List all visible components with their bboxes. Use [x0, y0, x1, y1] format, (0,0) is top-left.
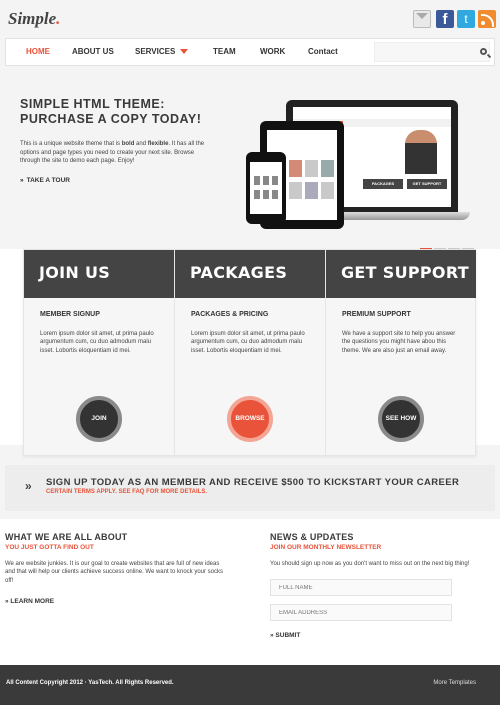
- search-icon[interactable]: [480, 48, 487, 55]
- tablet-thumbnail: [289, 160, 302, 177]
- search-input[interactable]: [374, 42, 490, 62]
- tablet-thumbnail: [321, 160, 334, 177]
- tablet-thumbnail: [305, 160, 318, 177]
- full-name-field[interactable]: [270, 579, 452, 596]
- signup-terms-note: CERTAIN TERMS APPLY. SEE FAQ FOR MORE DE…: [46, 489, 208, 495]
- twitter-icon[interactable]: t: [457, 10, 475, 28]
- feature-subtitle: PREMIUM SUPPORT: [342, 311, 411, 318]
- chevron-down-icon[interactable]: [180, 49, 188, 54]
- site-logo[interactable]: Simple.: [8, 9, 60, 29]
- tablet-thumbnail: [321, 182, 334, 199]
- top-bar: Simple. f t: [0, 0, 500, 36]
- footer: All Content Copyright 2012 · YasTech. Al…: [0, 665, 500, 705]
- news-text: You should sign up now as you don't want…: [270, 561, 470, 567]
- phone-thumbnail: [254, 176, 260, 185]
- see-how-button[interactable]: SEE HOW: [378, 396, 424, 442]
- email-field[interactable]: [270, 604, 452, 621]
- join-button[interactable]: JOIN: [76, 396, 122, 442]
- rss-icon[interactable]: [478, 10, 496, 28]
- phone-mockup: [246, 152, 286, 224]
- feature-heading: PACKAGES: [175, 250, 325, 298]
- news-subtitle: JOIN OUR MONTHLY NEWSLETTER: [270, 544, 382, 551]
- nav-item-services[interactable]: SERVICES: [135, 47, 175, 56]
- submit-button[interactable]: » SUBMIT: [270, 632, 300, 639]
- hero-title: SIMPLE HTML THEME: PURCHASE A COPY TODAY…: [20, 97, 202, 126]
- feature-column-join: JOIN US MEMBER SIGNUP Lorem ipsum dolor …: [24, 250, 175, 456]
- browse-button[interactable]: BROWSE: [227, 396, 273, 442]
- bottom-section: WHAT WE ARE ALL ABOUT YOU JUST GOTTA FIN…: [0, 519, 500, 665]
- feature-heading: JOIN US: [24, 250, 174, 298]
- phone-thumbnail: [254, 190, 260, 199]
- feature-subtitle: PACKAGES & PRICING: [191, 311, 269, 318]
- signup-title[interactable]: SIGN UP TODAY AS AN MEMBER AND RECEIVE $…: [46, 477, 459, 488]
- mockup-packages-box: PACKAGES: [363, 179, 403, 189]
- phone-thumbnail: [263, 190, 269, 199]
- mail-icon[interactable]: [413, 10, 431, 28]
- main-nav: HOME ABOUT US SERVICES TEAM WORK Contact: [5, 38, 495, 66]
- mockup-person-image: [405, 130, 437, 174]
- features-panel: JOIN US MEMBER SIGNUP Lorem ipsum dolor …: [23, 249, 476, 456]
- tablet-thumbnail: [289, 182, 302, 199]
- take-a-tour-link[interactable]: » TAKE A TOUR: [20, 177, 70, 184]
- about-title: WHAT WE ARE ALL ABOUT: [5, 532, 128, 542]
- nav-item-contact[interactable]: Contact: [308, 47, 338, 56]
- facebook-icon[interactable]: f: [436, 10, 454, 28]
- signup-banner: » SIGN UP TODAY AS AN MEMBER AND RECEIVE…: [5, 465, 495, 511]
- nav-item-home[interactable]: HOME: [26, 47, 50, 56]
- tablet-thumbnail: [305, 182, 318, 199]
- more-templates-link[interactable]: More Templates: [433, 680, 476, 686]
- learn-more-link[interactable]: » LEARN MORE: [5, 598, 54, 605]
- feature-subtitle: MEMBER SIGNUP: [40, 311, 100, 318]
- mockup-support-box: GET SUPPORT: [407, 179, 447, 189]
- hero-description: This is a unique website theme that is b…: [20, 141, 205, 164]
- phone-screen: [250, 162, 282, 214]
- feature-column-packages: PACKAGES PACKAGES & PRICING Lorem ipsum …: [175, 250, 326, 456]
- double-arrow-icon: »: [25, 479, 32, 493]
- phone-thumbnail: [263, 176, 269, 185]
- footer-copyright: All Content Copyright 2012 · YasTech. Al…: [6, 680, 174, 686]
- feature-text: Lorem ipsum dolor sit amet, ut prima pau…: [191, 331, 305, 354]
- phone-thumbnail: [272, 190, 278, 199]
- nav-item-work[interactable]: WORK: [260, 47, 285, 56]
- news-title: NEWS & UPDATES: [270, 532, 354, 542]
- feature-column-support: GET SUPPORT PREMIUM SUPPORT We have a su…: [326, 250, 477, 456]
- hero-section: SIMPLE HTML THEME: PURCHASE A COPY TODAY…: [0, 66, 500, 251]
- nav-item-about-us[interactable]: ABOUT US: [72, 47, 114, 56]
- double-arrow-icon: »: [20, 177, 24, 184]
- feature-text: Lorem ipsum dolor sit amet, ut prima pau…: [40, 331, 154, 354]
- feature-heading: GET SUPPORT: [326, 250, 476, 298]
- about-subtitle: YOU JUST GOTTA FIND OUT: [5, 544, 94, 551]
- feature-text: We have a support site to help you answe…: [342, 331, 456, 354]
- nav-item-team[interactable]: TEAM: [213, 47, 236, 56]
- about-text: We are website junkies. It is our goal t…: [5, 561, 223, 584]
- phone-thumbnail: [272, 176, 278, 185]
